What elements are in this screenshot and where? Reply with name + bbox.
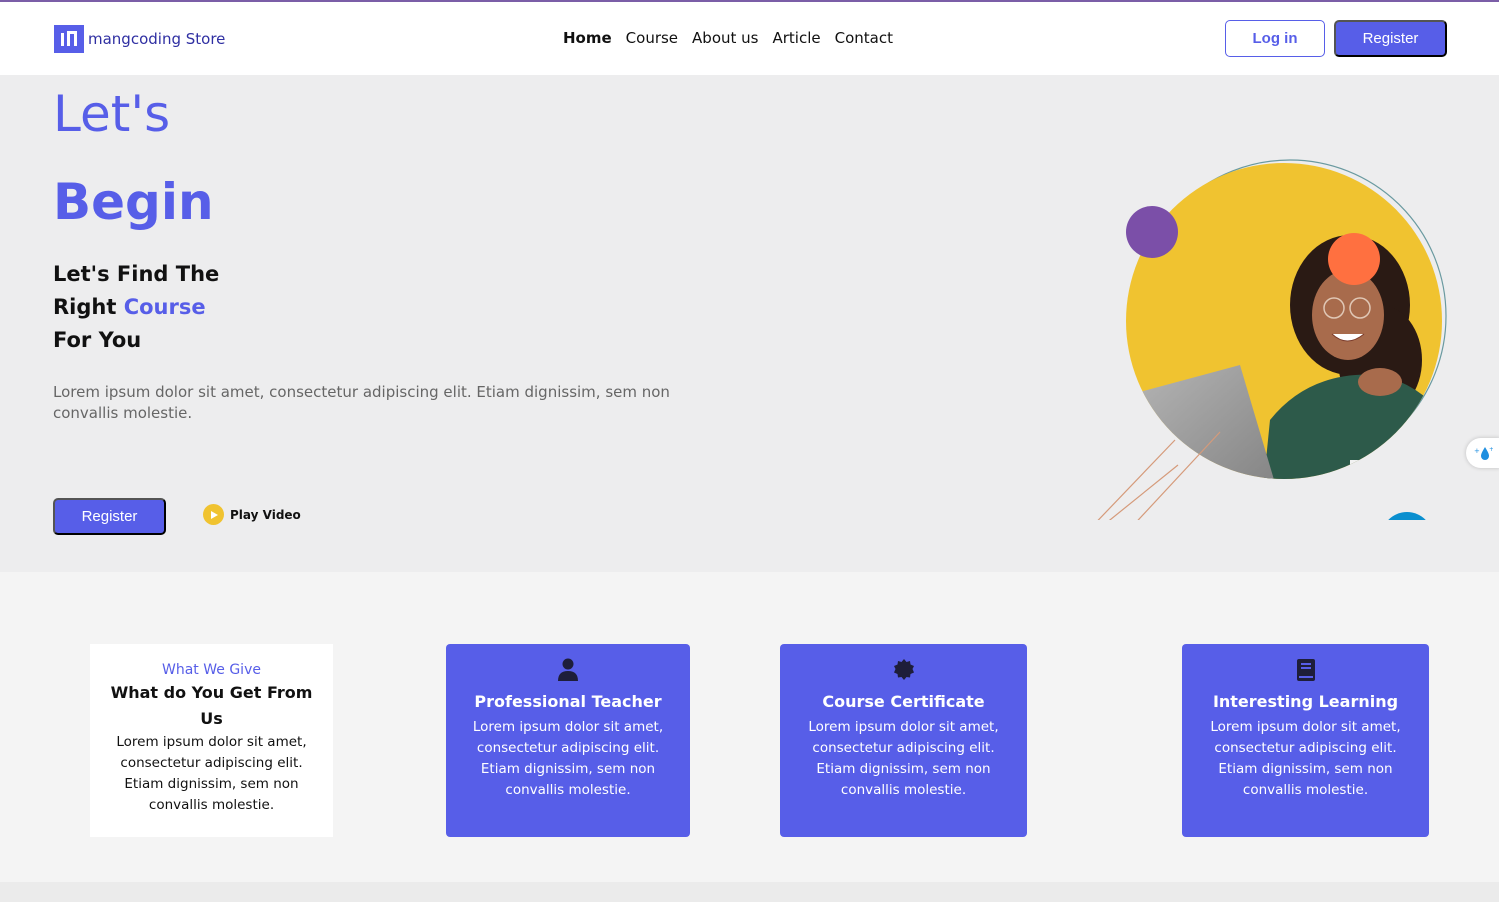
footer-strip	[0, 882, 1499, 902]
register-button[interactable]: Register	[1334, 20, 1447, 57]
blue-dot-large	[1381, 512, 1433, 564]
nav-item-course[interactable]: Course	[626, 29, 678, 47]
feature-title: Course Certificate	[822, 692, 985, 711]
navbar: mangcoding Store Home Course About us Ar…	[0, 2, 1499, 75]
features-title: What do You Get From Us	[110, 683, 313, 728]
feature-title: Interesting Learning	[1212, 692, 1399, 711]
orange-dot	[1328, 233, 1380, 285]
hero-title-line2: Begin	[53, 173, 214, 231]
decor-line	[1099, 464, 1179, 529]
nav-item-about-us[interactable]: About us	[692, 29, 758, 47]
feature-card-professional-teacher[interactable]: Professional Teacher Lorem ipsum dolor s…	[446, 644, 690, 837]
nav-item-home[interactable]: Home	[563, 29, 612, 47]
user-icon	[446, 658, 690, 684]
brand[interactable]: mangcoding Store	[54, 25, 225, 53]
feature-text: Lorem ipsum dolor sit amet, consectetur …	[472, 719, 664, 798]
main-nav: Home Course About us Article Contact	[563, 29, 893, 47]
svg-text:+: +	[1489, 446, 1493, 453]
hero-subtitle-prefix: Right	[53, 295, 124, 319]
accessibility-widget[interactable]: + +	[1466, 438, 1499, 468]
book-icon	[1182, 658, 1429, 684]
feature-text: Lorem ipsum dolor sit amet, consectetur …	[1210, 719, 1401, 798]
features-kicker: What We Give	[162, 662, 261, 678]
hero-subtitle-line3: For You	[53, 328, 142, 352]
hero-subtitle: Let's Find The Right Course For You	[53, 258, 219, 357]
brand-name: mangcoding Store	[88, 30, 226, 48]
certificate-icon	[780, 658, 1027, 684]
feature-title: Professional Teacher	[474, 692, 662, 711]
features-section: What We Give What do You Get From Us Lor…	[0, 572, 1499, 882]
brand-logo-icon	[54, 25, 84, 53]
purple-dot	[1126, 206, 1178, 258]
decor-line	[1083, 439, 1176, 536]
features-intro-card: What We Give What do You Get From Us Lor…	[90, 644, 333, 837]
feature-card-course-certificate[interactable]: Course Certificate Lorem ipsum dolor sit…	[780, 644, 1027, 837]
hero-register-button[interactable]: Register	[53, 498, 166, 535]
hero-title-line1: Let's	[53, 85, 171, 143]
hero-subtitle-line2: Right Course	[53, 291, 219, 324]
play-video-button[interactable]: Play Video	[203, 504, 301, 525]
login-button[interactable]: Log in	[1225, 20, 1325, 57]
nav-item-article[interactable]: Article	[773, 29, 821, 47]
features-intro-text: Lorem ipsum dolor sit amet, consectetur …	[116, 734, 307, 813]
nav-item-contact[interactable]: Contact	[835, 29, 893, 47]
hero-description: Lorem ipsum dolor sit amet, consectetur …	[53, 383, 670, 422]
feature-card-interesting-learning[interactable]: Interesting Learning Lorem ipsum dolor s…	[1182, 644, 1429, 837]
hero-section: Let's Begin Let's Find The Right Course …	[0, 75, 1499, 586]
play-video-label: Play Video	[230, 507, 301, 522]
svg-text:+: +	[1474, 447, 1480, 455]
hero-subtitle-line1: Let's Find The	[53, 262, 220, 286]
drop-sparkle-icon: + +	[1474, 446, 1493, 460]
hero-subtitle-accent: Course	[123, 295, 206, 319]
feature-text: Lorem ipsum dolor sit amet, consectetur …	[808, 719, 999, 798]
hero-illustration	[1080, 120, 1460, 586]
play-icon	[203, 504, 224, 525]
